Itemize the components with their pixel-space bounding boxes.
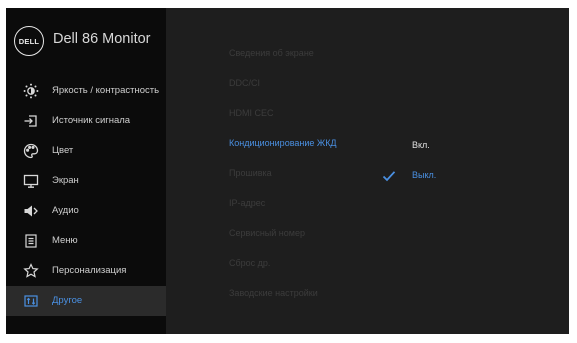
option-factory-reset[interactable]: Заводские настройки xyxy=(229,288,318,298)
option-display-info[interactable]: Сведения об экране xyxy=(229,48,314,58)
display-icon xyxy=(22,172,40,190)
sidebar-item-label: Источник сигнала xyxy=(52,115,131,126)
sidebar-item-label: Аудио xyxy=(52,205,79,216)
sidebar-item-label: Яркость / контрастность xyxy=(52,85,160,96)
sidebar-item-label: Персонализация xyxy=(52,265,127,276)
choice-on[interactable]: Вкл. xyxy=(412,140,430,150)
color-palette-icon xyxy=(22,142,40,160)
option-ip-address[interactable]: IP-адрес xyxy=(229,198,265,208)
checkmark-icon xyxy=(382,169,396,182)
option-ddc-ci[interactable]: DDC/CI xyxy=(229,78,260,88)
option-lcd-conditioning[interactable]: Кондиционирование ЖКД xyxy=(229,138,337,148)
monitor-title: Dell 86 Monitor xyxy=(53,31,151,47)
sidebar-item-label: Другое xyxy=(52,295,83,306)
dell-logo: DELL xyxy=(14,26,44,56)
sidebar-item-label: Экран xyxy=(52,175,79,186)
choice-off[interactable]: Выкл. xyxy=(412,170,436,180)
brightness-icon xyxy=(22,82,40,100)
other-icon xyxy=(22,292,40,310)
sidebar-item-personalize[interactable]: Персонализация xyxy=(6,256,166,286)
option-reset-others[interactable]: Сброс др. xyxy=(229,258,270,268)
sidebar-item-label: Меню xyxy=(52,235,78,246)
sidebar-item-others[interactable]: Другое xyxy=(6,286,166,316)
osd-header: DELL Dell 86 Monitor xyxy=(6,22,166,62)
sidebar-item-input-source[interactable]: Источник сигнала xyxy=(6,106,166,136)
sidebar-item-color[interactable]: Цвет xyxy=(6,136,166,166)
speaker-icon xyxy=(22,202,40,220)
sidebar-item-menu[interactable]: Меню xyxy=(6,226,166,256)
option-hdmi-cec[interactable]: HDMI CEC xyxy=(229,108,274,118)
sidebar-item-brightness-contrast[interactable]: Яркость / контрастность xyxy=(6,76,166,106)
sidebar-item-label: Цвет xyxy=(52,145,74,156)
option-service-tag[interactable]: Сервисный номер xyxy=(229,228,305,238)
menu-icon xyxy=(22,232,40,250)
input-source-icon xyxy=(22,112,40,130)
sidebar-item-audio[interactable]: Аудио xyxy=(6,196,166,226)
star-icon xyxy=(22,262,40,280)
monitor-osd: DELL Dell 86 Monitor Яркость / контрастн… xyxy=(0,0,577,343)
option-firmware[interactable]: Прошивка xyxy=(229,168,272,178)
settings-panel: Сведения об экране DDC/CI HDMI CEC Конди… xyxy=(166,8,569,334)
sidebar-item-display[interactable]: Экран xyxy=(6,166,166,196)
sidebar: DELL Dell 86 Monitor Яркость / контрастн… xyxy=(6,8,166,334)
